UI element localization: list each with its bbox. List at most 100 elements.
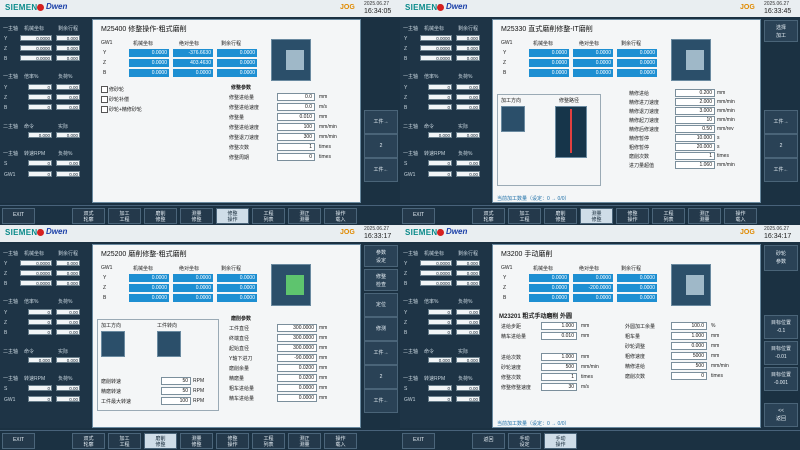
toolbar-button-active[interactable]: 手动 操作 [544, 433, 577, 449]
toolbar-button[interactable]: 加工 工程 [108, 433, 141, 449]
side-tab-select[interactable]: 选择 加工 [764, 20, 798, 42]
param-input[interactable]: 3.000 [675, 107, 715, 115]
param-input[interactable]: 300.0000 [277, 324, 317, 332]
toolbar-button[interactable]: 手动 设定 [508, 433, 541, 449]
toolbar-button[interactable]: 修整 操作 [616, 208, 649, 224]
exit-button[interactable]: EXIT [2, 433, 35, 449]
toolbar-button[interactable]: 工程 列表 [252, 208, 285, 224]
side-tab-workpiece-forward[interactable]: 工件→ [364, 110, 398, 134]
direction-image[interactable] [101, 331, 125, 357]
param-input[interactable]: 0 [671, 372, 707, 380]
toolbar-button[interactable]: 测量 修整 [180, 208, 213, 224]
toolbar-button[interactable]: 修整 操作 [216, 433, 249, 449]
toolbar-button[interactable]: 双式 轮廓 [72, 208, 105, 224]
side-tab-back[interactable]: << 返回 [764, 403, 798, 427]
exit-button[interactable]: EXIT [2, 208, 35, 224]
side-tab-workpiece-back[interactable]: 工件← [764, 158, 798, 182]
side-tab-workpiece-forward[interactable]: 工件→ [764, 110, 798, 134]
toolbar-button-active[interactable]: 修整 操作 [216, 208, 249, 224]
param-input[interactable]: 100 [277, 123, 315, 131]
param-input[interactable]: 0 [277, 153, 315, 161]
override-value: 0 [428, 319, 452, 325]
param-unit: mm/min [581, 364, 599, 370]
toolbar-button[interactable]: 加工 工程 [508, 208, 541, 224]
toolbar-button[interactable]: 测正 测量 [288, 208, 321, 224]
toolbar-button[interactable]: 双式 轮廓 [72, 433, 105, 449]
side-tab-workpiece-back[interactable]: 工件← [364, 389, 398, 413]
param-input[interactable]: 1 [541, 373, 577, 381]
param-input[interactable]: 10 [675, 116, 715, 124]
param-input[interactable]: 0.200 [675, 89, 715, 97]
speed-input[interactable]: 50 [161, 377, 191, 385]
side-tab-2[interactable]: 2 [764, 134, 798, 158]
param-input[interactable]: 0.0000 [277, 384, 317, 392]
side-tab-target-01[interactable]: 目标位置 -0.1 [764, 315, 798, 339]
exit-button[interactable]: EXIT [402, 208, 435, 224]
toolbar-button[interactable]: 工程 列表 [652, 208, 685, 224]
param-input[interactable]: 1.000 [541, 322, 577, 330]
side-tab-target-0001[interactable]: 目标位置 -0.001 [764, 367, 798, 391]
param-input[interactable]: 0.0200 [277, 374, 317, 382]
rotation-image[interactable] [157, 331, 181, 357]
toolbar-button-active[interactable]: 测量 修整 [580, 208, 613, 224]
toolbar-button[interactable]: 操作 载入 [724, 208, 757, 224]
side-tab-wheel-params[interactable]: 砂轮 参数 [764, 245, 798, 271]
toolbar-button-active[interactable]: 磨削 修整 [144, 433, 177, 449]
side-tab-2[interactable]: 2 [364, 134, 398, 158]
param-input[interactable]: 1.000 [671, 332, 707, 340]
side-tab-dress-check[interactable]: 修整 检查 [364, 269, 398, 291]
param-input[interactable]: 0.010 [541, 332, 577, 340]
param-input[interactable]: 500 [541, 363, 577, 371]
param-input[interactable]: 20.000 [675, 143, 715, 151]
side-tab-workpiece-forward[interactable]: 工件→ [364, 341, 398, 365]
param-input[interactable]: 300.0000 [277, 344, 317, 352]
param-input[interactable]: 0.0000 [277, 394, 317, 402]
param-input[interactable]: 0.0 [277, 93, 315, 101]
side-tab-param-set[interactable]: 参数 设定 [364, 245, 398, 267]
return-button[interactable]: 返回 [472, 433, 505, 449]
side-tab-position[interactable]: 定位 [364, 293, 398, 317]
param-input[interactable]: 0.000 [671, 342, 707, 350]
param-input[interactable]: 1.000 [541, 353, 577, 361]
param-input[interactable]: 1 [675, 152, 715, 160]
param-input[interactable]: 0.010 [277, 113, 315, 121]
param-input[interactable]: 2.000 [675, 98, 715, 106]
param-input[interactable]: 0.0 [277, 103, 315, 111]
toolbar-button[interactable]: 加工 工程 [108, 208, 141, 224]
toolbar-button[interactable]: 磨削 修整 [544, 208, 577, 224]
param-input[interactable]: 0.0200 [277, 364, 317, 372]
side-tab-2[interactable]: 2 [364, 365, 398, 389]
checkbox[interactable] [101, 86, 108, 93]
toolbar-button[interactable]: 操作 载入 [324, 433, 357, 449]
param-input[interactable]: 100.0 [671, 322, 707, 330]
param-input[interactable]: 300.0000 [277, 334, 317, 342]
toolbar-button[interactable]: 磨削 修整 [144, 208, 177, 224]
speed-input[interactable]: 50 [161, 387, 191, 395]
side-tab-workpiece-back[interactable]: 工件← [364, 158, 398, 182]
toolbar-button[interactable]: 双式 轮廓 [472, 208, 505, 224]
param-input[interactable]: 10.000 [675, 134, 715, 142]
param-input[interactable]: 0.50 [675, 125, 715, 133]
toolbar-button[interactable]: 工程 列表 [252, 433, 285, 449]
toolbar-button[interactable]: 测正 测量 [688, 208, 721, 224]
checkbox[interactable] [101, 96, 108, 103]
param-input[interactable]: 500 [671, 362, 707, 370]
toolbar-button[interactable]: 测正 测量 [288, 433, 321, 449]
toolbar-button[interactable]: 操作 载入 [324, 208, 357, 224]
direction-image[interactable] [501, 106, 525, 132]
dress-path-label: 修整路径 [559, 98, 580, 104]
side-tab-measure[interactable]: 修测 [364, 317, 398, 341]
param-unit: mm [319, 114, 328, 120]
toolbar-button[interactable]: 测量 修整 [180, 433, 213, 449]
exit-button[interactable]: EXIT [402, 433, 435, 449]
speed-input[interactable]: 100 [161, 397, 191, 405]
param-input[interactable]: 5000 [671, 352, 707, 360]
param-input[interactable]: -90.0000 [277, 354, 317, 362]
side-tab-target-001[interactable]: 目标位置 -0.01 [764, 341, 798, 365]
param-input[interactable]: 30 [541, 383, 577, 391]
param-label: 粗修暂停 [629, 145, 650, 151]
param-input[interactable]: 300 [277, 133, 315, 141]
param-input[interactable]: 1 [277, 143, 315, 151]
checkbox[interactable] [101, 106, 108, 113]
param-input[interactable]: 1.060 [675, 161, 715, 169]
